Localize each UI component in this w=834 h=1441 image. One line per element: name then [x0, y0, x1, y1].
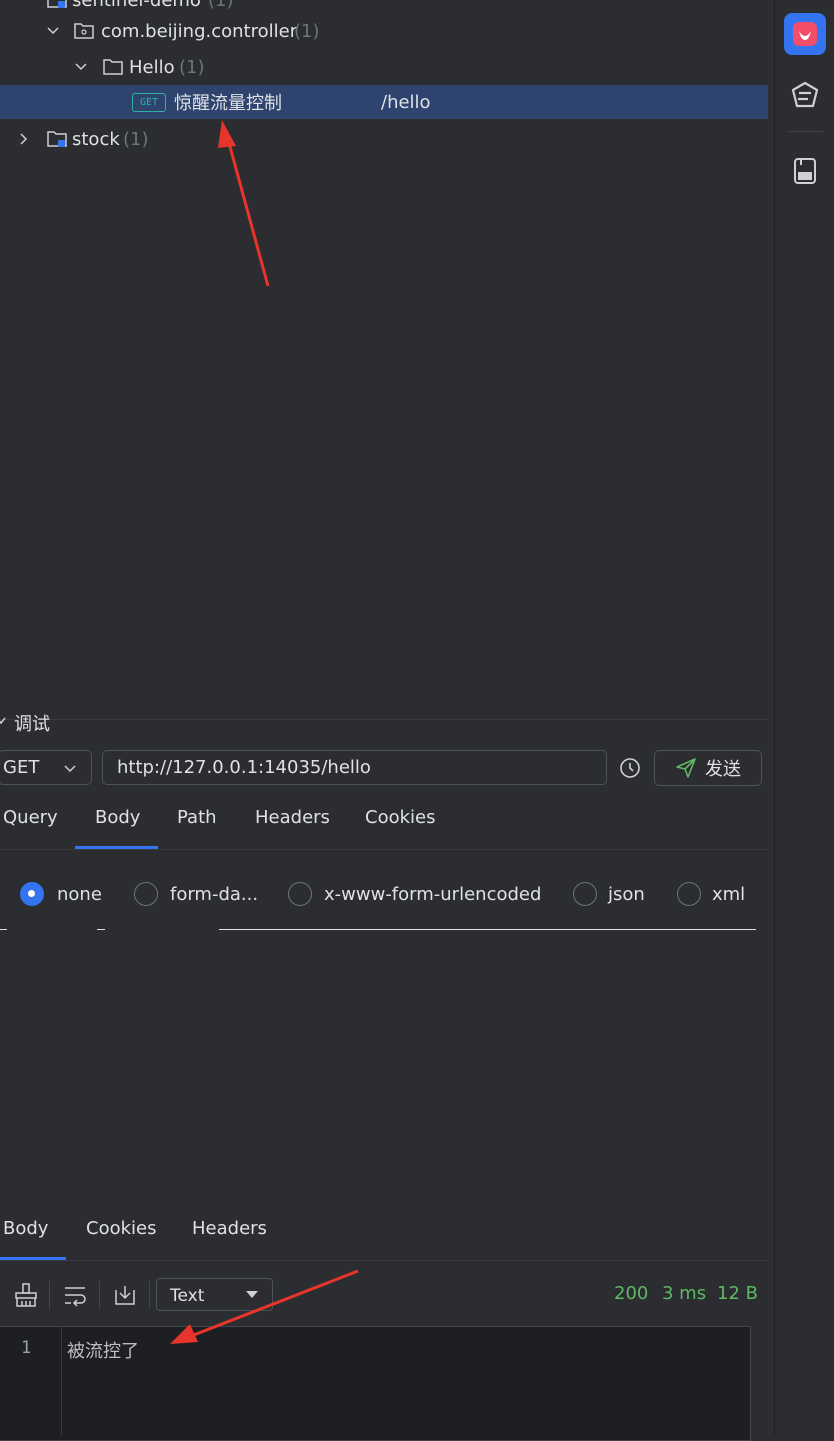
radio-underline — [97, 929, 105, 930]
folder-icon — [103, 59, 123, 75]
send-button[interactable]: 发送 — [654, 750, 762, 786]
tree-item-label: com.beijing.controller — [101, 20, 298, 42]
apifox-icon — [793, 22, 817, 46]
status-size: 12 B — [717, 1283, 758, 1304]
tabs-divider — [0, 1260, 768, 1261]
chevron-down-icon[interactable] — [73, 59, 89, 75]
tree-item-endpoint[interactable]: GET 惊醒流量控制 /hello — [0, 85, 768, 119]
panel-divider — [0, 719, 768, 720]
tree-item-count: (1) — [179, 56, 205, 78]
wrap-icon[interactable] — [62, 1282, 88, 1308]
tree-item-path: /hello — [381, 91, 431, 113]
radio-form-data-label: form-da... — [170, 884, 259, 905]
tree-item-label: sentinel-demo — [72, 0, 201, 11]
chevron-down-icon[interactable] — [0, 716, 6, 726]
tab-response-headers[interactable]: Headers — [192, 1218, 267, 1239]
tree-item-package[interactable]: com.beijing.controller (1) — [0, 14, 768, 48]
send-icon — [676, 758, 696, 778]
tree-item-hello[interactable]: Hello (1) — [0, 50, 768, 84]
tree-item-count: (1) — [294, 20, 320, 42]
line-number: 1 — [21, 1338, 32, 1358]
url-value: http://127.0.0.1:14035/hello — [117, 757, 371, 778]
tab-headers[interactable]: Headers — [255, 807, 330, 828]
url-input[interactable]: http://127.0.0.1:14035/hello — [102, 750, 607, 785]
radio-underline — [0, 929, 7, 930]
radio-urlencoded[interactable] — [288, 882, 312, 906]
status-code: 200 — [614, 1283, 649, 1304]
tab-path[interactable]: Path — [177, 807, 217, 828]
database-icon — [794, 158, 816, 184]
radio-xml-label: xml — [712, 884, 746, 905]
method-select[interactable]: GET — [0, 750, 92, 785]
module-icon — [47, 0, 67, 8]
module-icon — [47, 131, 67, 147]
tree-item-count: (1) — [123, 128, 149, 150]
radio-form-data[interactable] — [134, 882, 158, 906]
radio-xml[interactable] — [677, 882, 701, 906]
tree-item-count: (1) — [208, 0, 234, 11]
plugin-button[interactable] — [784, 75, 826, 117]
tree-item-label: 惊醒流量控制 — [174, 93, 282, 114]
debug-panel-title: 调试 — [14, 714, 50, 735]
radio-underline — [219, 929, 756, 930]
editor-gutter-divider — [61, 1327, 62, 1435]
tab-response-cookies[interactable]: Cookies — [86, 1218, 156, 1239]
radio-none-label: none — [57, 884, 102, 905]
tree-item-stock[interactable]: stock (1) — [0, 122, 768, 156]
radio-json-label: json — [608, 884, 645, 905]
toolbar-separator — [99, 1281, 100, 1309]
tree-item-label: Hello — [129, 56, 175, 78]
apifox-button[interactable] — [784, 13, 826, 55]
toolbar-separator — [49, 1281, 50, 1309]
tab-cookies[interactable]: Cookies — [365, 807, 435, 828]
database-button[interactable] — [784, 150, 826, 192]
status-time: 3 ms — [662, 1283, 707, 1304]
history-icon[interactable] — [619, 757, 641, 779]
toolbar-separator — [789, 131, 823, 132]
annotation-arrow — [170, 1269, 359, 1344]
toolbar-separator — [149, 1281, 150, 1309]
annotation-arrow — [218, 120, 270, 287]
send-button-label: 发送 — [705, 759, 741, 780]
radio-json[interactable] — [573, 882, 597, 906]
tabs-divider — [0, 849, 768, 850]
broom-icon[interactable] — [13, 1282, 39, 1308]
chevron-down-icon[interactable] — [45, 23, 61, 39]
tab-query[interactable]: Query — [3, 807, 58, 828]
radio-urlencoded-label: x-www-form-urlencoded — [324, 884, 542, 905]
radio-none[interactable] — [20, 882, 44, 906]
chevron-right-icon[interactable] — [16, 131, 32, 147]
plugin-icon — [791, 81, 819, 108]
response-text: 被流控了 — [67, 1341, 139, 1362]
download-icon[interactable] — [112, 1282, 138, 1308]
method-select-value: GET — [3, 757, 40, 778]
get-method-badge: GET — [132, 93, 166, 112]
tree-item-label: stock — [72, 128, 120, 150]
chevron-down-icon — [64, 765, 76, 773]
tab-response-body[interactable]: Body — [3, 1218, 48, 1239]
tab-body[interactable]: Body — [95, 807, 140, 828]
folder-icon — [74, 23, 94, 39]
right-tool-strip — [774, 0, 834, 1435]
